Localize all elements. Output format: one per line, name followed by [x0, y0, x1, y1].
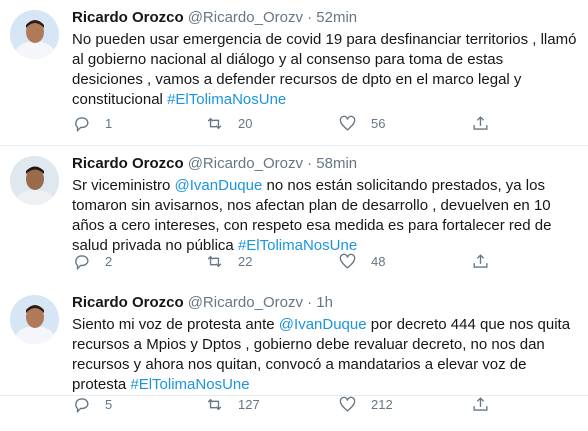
tweet-text: No pueden usar emergencia de covid 19 pa…: [72, 30, 578, 110]
retweet-count: 127: [238, 397, 260, 412]
like-button[interactable]: 212: [338, 395, 471, 414]
separator-dot: ·: [307, 294, 313, 311]
reply-count: 2: [105, 254, 113, 269]
mention-link[interactable]: @IvanDuque: [175, 177, 263, 194]
tweet-header: Ricardo Orozco @Ricardo_Orozv · 58min: [72, 154, 578, 174]
tweet[interactable]: Ricardo Orozco @Ricardo_Orozv · 58min Sr …: [0, 146, 588, 285]
tweet-actions: 2 22 48: [72, 252, 578, 271]
tweet-header: Ricardo Orozco @Ricardo_Orozv · 52min: [72, 8, 578, 28]
share-button[interactable]: [471, 114, 490, 133]
tweet-actions: 5 127 212: [72, 395, 578, 414]
like-count: 56: [371, 116, 386, 131]
timestamp[interactable]: 1h: [316, 294, 333, 311]
reply-button[interactable]: 5: [72, 395, 205, 414]
share-icon: [473, 254, 488, 268]
retweet-button[interactable]: 20: [205, 114, 338, 133]
reply-button[interactable]: 1: [72, 114, 205, 133]
reply-count: 1: [105, 116, 113, 131]
avatar[interactable]: [10, 156, 59, 205]
separator-dot: ·: [307, 155, 313, 172]
like-count: 212: [371, 397, 393, 412]
author-name[interactable]: Ricardo Orozco: [72, 294, 184, 311]
reply-icon: [75, 398, 89, 414]
share-button[interactable]: [471, 252, 490, 271]
separator-dot: ·: [307, 9, 313, 26]
like-button[interactable]: 48: [338, 252, 471, 271]
tweet[interactable]: Ricardo Orozco @Ricardo_Orozv · 1h Siento…: [0, 285, 588, 414]
avatar[interactable]: [10, 10, 59, 59]
tweet-body: No pueden usar emergencia de covid 19 pa…: [72, 31, 577, 108]
tweet-header: Ricardo Orozco @Ricardo_Orozv · 1h: [72, 293, 578, 313]
author-name[interactable]: Ricardo Orozco: [72, 155, 184, 172]
avatar[interactable]: [10, 295, 59, 344]
like-button[interactable]: 56: [338, 114, 471, 133]
author-handle[interactable]: @Ricardo_Orozv: [188, 294, 303, 311]
like-count: 48: [371, 254, 386, 269]
tweet-body-start: Sr viceministro: [72, 177, 175, 194]
reply-button[interactable]: 2: [72, 252, 205, 271]
reply-count: 5: [105, 397, 113, 412]
tweet-actions: 1 20 56: [72, 114, 578, 133]
heart-icon: [339, 115, 356, 131]
author-handle[interactable]: @Ricardo_Orozv: [188, 9, 303, 26]
reply-icon: [75, 117, 89, 133]
retweet-button[interactable]: 127: [205, 395, 338, 414]
tweet[interactable]: Ricardo Orozco @Ricardo_Orozv · 52min No …: [0, 0, 588, 146]
author-name[interactable]: Ricardo Orozco: [72, 9, 184, 26]
retweet-button[interactable]: 22: [205, 252, 338, 271]
retweet-count: 20: [238, 116, 253, 131]
share-icon: [473, 397, 488, 411]
mention-link[interactable]: @IvanDuque: [279, 316, 367, 333]
heart-icon: [339, 396, 356, 412]
timestamp[interactable]: 58min: [316, 155, 357, 172]
share-icon: [473, 116, 488, 130]
timestamp[interactable]: 52min: [316, 9, 357, 26]
hashtag-link[interactable]: #ElTolimaNosUne: [130, 376, 249, 393]
share-button[interactable]: [471, 395, 490, 414]
hashtag-link[interactable]: #ElTolimaNosUne: [167, 91, 286, 108]
retweet-icon: [207, 398, 222, 411]
retweet-icon: [207, 255, 222, 268]
tweet-text: Siento mi voz de protesta ante @IvanDuqu…: [72, 315, 578, 395]
tweet-body-start: Siento mi voz de protesta ante: [72, 316, 279, 333]
tweet-text: Sr viceministro @IvanDuque no nos están …: [72, 176, 578, 256]
retweet-count: 22: [238, 254, 253, 269]
heart-icon: [339, 253, 356, 269]
author-handle[interactable]: @Ricardo_Orozv: [188, 155, 303, 172]
retweet-icon: [207, 117, 222, 130]
reply-icon: [75, 255, 89, 271]
